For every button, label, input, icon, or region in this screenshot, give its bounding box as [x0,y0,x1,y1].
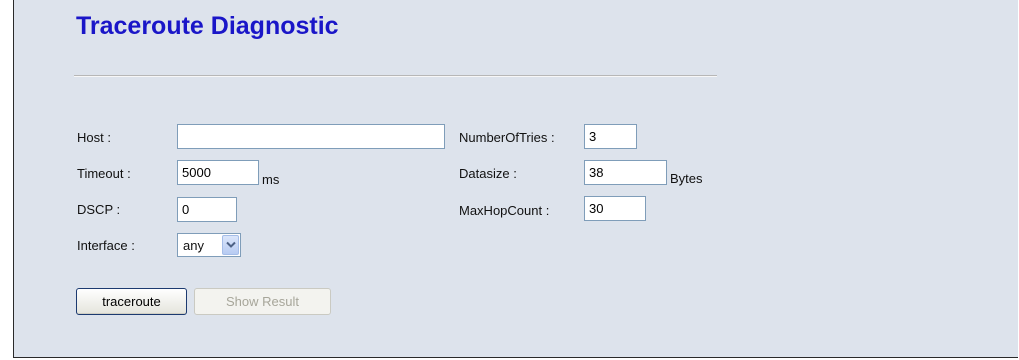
host-input[interactable] [177,124,445,149]
timeout-unit: ms [262,172,280,187]
datasize-label: Datasize : [459,166,517,181]
traceroute-button[interactable]: traceroute [76,288,187,315]
number-of-tries-input[interactable] [584,124,637,149]
datasize-input[interactable] [584,160,667,185]
diagnostic-panel: Traceroute Diagnostic Host : Timeout : m… [13,0,1018,358]
interface-select[interactable]: any [177,233,241,257]
dscp-label: DSCP : [77,202,121,217]
number-of-tries-label: NumberOfTries : [459,130,555,145]
dscp-input[interactable] [177,197,237,222]
title-divider [74,75,717,77]
host-label: Host : [77,130,111,145]
timeout-input[interactable] [177,160,259,185]
max-hop-count-label: MaxHopCount : [459,203,550,218]
select-dropdown-button[interactable] [222,235,239,255]
datasize-unit: Bytes [670,171,703,186]
interface-label: Interface : [77,238,135,253]
max-hop-count-input[interactable] [584,196,646,221]
page-title: Traceroute Diagnostic [76,12,339,40]
show-result-button[interactable]: Show Result [194,288,331,315]
timeout-label: Timeout : [77,166,131,181]
interface-select-value: any [183,238,204,253]
